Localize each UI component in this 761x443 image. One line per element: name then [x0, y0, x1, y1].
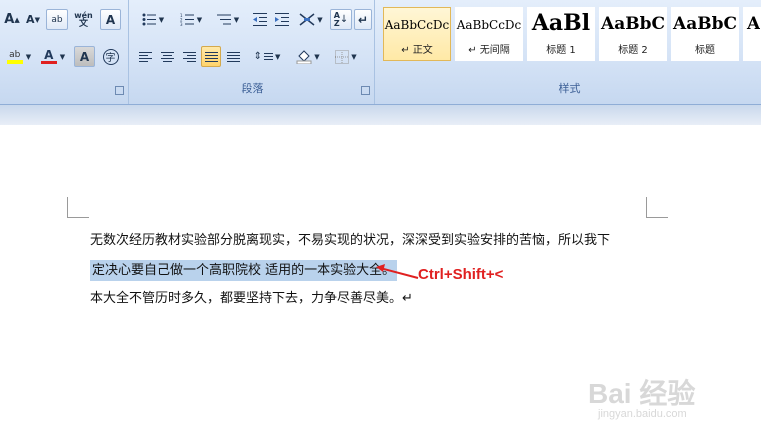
- selected-text[interactable]: 定决心要自己做一个高职院校 适用的一本实验大全。: [90, 260, 398, 281]
- style-more[interactable]: A: [743, 7, 761, 61]
- text-highlight-button[interactable]: ab ▼: [2, 46, 36, 67]
- justify-button[interactable]: [201, 46, 221, 67]
- phonetic-guide-button[interactable]: wén 文: [71, 9, 96, 30]
- style-preview: AaBbCcDc: [456, 18, 522, 32]
- increase-indent-button[interactable]: [271, 9, 293, 30]
- ribbon-shadow: [0, 105, 761, 125]
- paragraph-group-label: 段落: [241, 82, 264, 95]
- font-color-button[interactable]: A ▼: [38, 46, 68, 67]
- svg-text:3: 3: [180, 22, 183, 26]
- grow-font-icon: A: [4, 12, 15, 27]
- char-border-icon: A: [105, 12, 116, 27]
- show-marks-button[interactable]: ↵: [354, 9, 372, 30]
- doc-line-2[interactable]: 定决心要自己做一个高职院校 适用的一本实验大全。: [90, 259, 398, 281]
- align-center-icon: [160, 51, 174, 62]
- align-right-button[interactable]: [179, 46, 199, 67]
- numbering-button[interactable]: 1 2 3 ▼: [173, 9, 209, 30]
- style-name: 标题 1: [546, 45, 576, 56]
- grow-font-button[interactable]: A ▲: [2, 9, 22, 30]
- enclose-char-button[interactable]: 字: [100, 46, 121, 67]
- chinese-layout-button[interactable]: ▼: [295, 9, 327, 30]
- style-name: ↵ 无间隔: [468, 45, 510, 56]
- bullets-button[interactable]: ▼: [135, 9, 171, 30]
- styles-group: AaBbCcDc ↵ 正文 AaBbCcDc ↵ 无间隔 AaBl 标题 1 A…: [378, 0, 761, 104]
- font-group: A ▲ A ▼ ab wén 文 A ab ▼ A ▼ A 字: [0, 0, 129, 104]
- line-spacing-button[interactable]: ⇕ ▼: [251, 46, 283, 67]
- clear-format-icon: ab: [51, 14, 63, 25]
- border-grid-icon: [335, 49, 350, 64]
- style-preview: AaBbC: [601, 14, 665, 34]
- shrink-font-button[interactable]: A ▼: [23, 9, 43, 30]
- paragraph-group: ▼ 1 2 3 ▼ ▼ ▼ A Z ↓ ↵ ⇕ ▼ ▼ ▼ 段落: [131, 0, 375, 104]
- doc-line-3[interactable]: 本大全不管历时多久，都要坚持下去，力争尽善尽美。↵: [90, 287, 413, 306]
- annotation-text: Ctrl+Shift+<: [418, 266, 504, 283]
- line-spacing-icon: ⇕: [253, 51, 262, 62]
- chinese-layout-icon: [299, 13, 315, 26]
- distributed-align-icon: [226, 51, 240, 62]
- style-preview: AaBl: [531, 10, 591, 36]
- font-color-bar: [40, 61, 57, 64]
- style-name: 标题 2: [618, 45, 648, 56]
- annotation-arrow-icon: [376, 264, 419, 279]
- font-dialog-launcher[interactable]: [115, 86, 124, 95]
- style-name: 标题: [695, 45, 715, 56]
- watermark-url: jingyan.baidu.com: [598, 408, 687, 420]
- bullet-list-icon: [142, 13, 156, 26]
- align-center-button[interactable]: [157, 46, 177, 67]
- borders-button[interactable]: ▼: [329, 46, 363, 67]
- watermark-brand: Bai 经验: [588, 378, 696, 409]
- crop-mark-left-horizontal: [67, 217, 89, 218]
- style-heading-1[interactable]: AaBl 标题 1: [527, 7, 595, 61]
- multilevel-list-button[interactable]: ▼: [211, 9, 245, 30]
- numbered-list-icon: 123: [180, 13, 194, 26]
- styles-group-label: 样式: [558, 82, 581, 95]
- char-shading-icon: A: [79, 49, 90, 64]
- highlight-color-bar: [6, 59, 23, 64]
- char-shading-button[interactable]: A: [74, 46, 95, 67]
- crop-mark-right-horizontal: [646, 217, 668, 218]
- sort-button[interactable]: A Z ↓: [330, 9, 352, 30]
- shading-button[interactable]: ▼: [291, 46, 325, 67]
- style-no-spacing[interactable]: AaBbCcDc ↵ 无间隔: [455, 7, 523, 61]
- style-preview: AaBbCcDc: [384, 18, 450, 32]
- shrink-font-icon: A: [26, 13, 35, 26]
- increase-indent-icon: [275, 13, 289, 26]
- style-preview: A: [747, 14, 760, 34]
- align-left-icon: [138, 51, 152, 62]
- align-right-icon: [182, 51, 196, 62]
- ribbon: A ▲ A ▼ ab wén 文 A ab ▼ A ▼ A 字 ▼ 1 2 3 …: [0, 0, 761, 105]
- crop-mark-right-vertical: [646, 197, 647, 218]
- char-border-button[interactable]: A: [100, 9, 121, 30]
- paint-bucket-icon: [296, 49, 312, 64]
- multilevel-list-icon: [216, 14, 231, 25]
- clear-format-button[interactable]: ab: [46, 9, 68, 30]
- paragraph-dialog-launcher[interactable]: [361, 86, 370, 95]
- style-normal[interactable]: AaBbCcDc ↵ 正文: [383, 7, 451, 61]
- justify-icon: [204, 51, 218, 62]
- highlighter-icon: ab: [9, 49, 21, 60]
- style-title[interactable]: AaBbC 标题: [671, 7, 739, 61]
- doc-line-1[interactable]: 无数次经历教材实验部分脱离现实，不易实现的状况，深深受到实验安排的苦恼，所以我下: [90, 229, 610, 248]
- decrease-indent-button[interactable]: [249, 9, 271, 30]
- align-left-button[interactable]: [135, 46, 155, 67]
- style-preview: AaBbC: [673, 14, 737, 34]
- style-heading-2[interactable]: AaBbC 标题 2: [599, 7, 667, 61]
- decrease-indent-icon: [253, 13, 267, 26]
- enclose-char-icon: 字: [102, 48, 119, 65]
- paragraph-mark-icon: ↵: [357, 12, 369, 27]
- font-color-icon: A: [44, 48, 54, 62]
- style-name: ↵ 正文: [401, 45, 433, 56]
- crop-mark-left-vertical: [67, 197, 68, 218]
- distributed-align-button[interactable]: [223, 46, 243, 67]
